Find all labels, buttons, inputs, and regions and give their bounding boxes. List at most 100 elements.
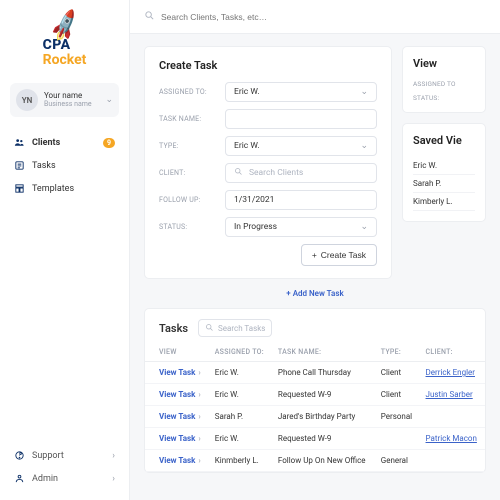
brand-logo: 🚀 CPA Rocket [10,14,119,67]
status-select[interactable]: In Progress ⌄ [225,217,377,237]
col-type: TYPE: [375,343,420,362]
saved-view-item[interactable]: Kimberly L. [413,193,475,211]
admin-icon [14,473,25,484]
create-task-button[interactable]: + Create Task [301,244,377,266]
label-type: TYPE: [159,142,215,150]
global-search[interactable] [130,0,500,34]
chevron-down-icon: ⌄ [360,141,368,151]
view-task-link[interactable]: View Task› [145,362,209,384]
label-followup: FOLLOW UP: [159,196,215,204]
view-task-link[interactable]: View Task› [145,406,209,428]
nav-support[interactable]: Support › [10,444,119,467]
chevron-down-icon: ⌄ [360,87,368,97]
nav-item-label: Tasks [32,161,56,171]
button-label: Create Task [321,250,366,260]
plus-icon: + [312,250,317,260]
followup-date[interactable]: 1/31/2021 [225,190,377,210]
people-icon [14,137,25,148]
type-select[interactable]: Eric W. ⌄ [225,136,377,156]
cell-client [420,406,485,428]
label-taskname: TASK NAME: [159,115,215,123]
search-icon [205,323,214,334]
date-value: 1/31/2021 [234,195,274,205]
table-row: View Task›Eric W.Requested W-9Patrick Ma… [145,428,485,450]
col-client: CLIENT: [420,343,485,362]
cell-client[interactable]: Derrick Engler [420,362,485,384]
cell-assigned: Eric W. [209,428,272,450]
cell-type: General [375,450,420,472]
side-column: View ASSIGNED TO STATUS: Saved Vie Eric … [402,46,486,279]
cell-assigned: Sarah P. [209,406,272,428]
user-switcher[interactable]: YN Your name Business name ⌄ [10,83,119,117]
nav-item-label: Clients [32,138,60,148]
nav-clients[interactable]: Clients 9 [10,131,119,154]
label-status: STATUS: [159,223,215,231]
tasks-search[interactable]: Search Tasks [198,319,272,337]
panel-title: Create Task [159,59,377,72]
table-row: View Task›Kinmberly L.Follow Up On New O… [145,450,485,472]
global-search-input[interactable] [161,12,341,22]
col-name: TASK NAME: [272,343,375,362]
taskname-input[interactable] [225,109,377,129]
label-assigned: ASSIGNED TO: [159,88,215,96]
cell-name: Jared's Birthday Party [272,406,375,428]
cell-name: Requested W-9 [272,384,375,406]
cell-assigned: Eric W. [209,362,272,384]
business-name: Business name [44,101,99,109]
templates-icon [14,183,25,194]
view-task-link[interactable]: View Task› [145,428,209,450]
chevron-down-icon: ⌄ [105,95,113,105]
table-row: View Task›Eric W.Phone Call ThursdayClie… [145,362,485,384]
cell-client[interactable]: Justin Sarber [420,384,485,406]
cell-type [375,428,420,450]
main: Create Task ASSIGNED TO: Eric W. ⌄ TASK … [130,0,500,500]
col-view: VIEW [145,343,209,362]
chevron-right-icon: › [112,451,115,461]
input-placeholder: Search Tasks [218,324,265,333]
add-new-task-link[interactable]: + Add New Task [286,289,343,298]
create-task-panel: Create Task ASSIGNED TO: Eric W. ⌄ TASK … [144,46,392,279]
label-client: CLIENT: [159,169,215,177]
cell-name: Phone Call Thursday [272,362,375,384]
client-search[interactable]: Search Clients [225,163,377,183]
cell-type: Client [375,384,420,406]
select-value: Eric W. [234,141,260,151]
primary-nav: Clients 9 Tasks Templates [10,131,119,200]
view-task-link[interactable]: View Task› [145,450,209,472]
view-task-link[interactable]: View Task› [145,384,209,406]
cell-name: Follow Up On New Office [272,450,375,472]
saved-view-item[interactable]: Eric W. [413,157,475,175]
nav-admin[interactable]: Admin › [10,467,119,490]
tasks-panel: Tasks Search Tasks VIEW ASSIGNED TO: TAS… [144,308,486,473]
cell-assigned: Kinmberly L. [209,450,272,472]
list-icon [14,160,25,171]
chevron-right-icon: › [112,474,115,484]
cell-assigned: Eric W. [209,384,272,406]
saved-view-item[interactable]: Sarah P. [413,175,475,193]
chevron-down-icon: ⌄ [360,222,368,232]
nav-item-label: Templates [32,184,74,194]
label-assigned: ASSIGNED TO [413,80,475,88]
assigned-select[interactable]: Eric W. ⌄ [225,82,377,102]
tasks-table: VIEW ASSIGNED TO: TASK NAME: TYPE: CLIEN… [145,343,485,472]
col-assigned: ASSIGNED TO: [209,343,272,362]
secondary-nav: Support › Admin › [10,444,119,490]
sidebar: 🚀 CPA Rocket YN Your name Business name … [0,0,130,500]
cell-type: Personal [375,406,420,428]
nav-clients-badge: 9 [103,138,115,148]
table-row: View Task›Sarah P.Jared's Birthday Party… [145,406,485,428]
select-value: In Progress [234,222,277,232]
cell-type: Client [375,362,420,384]
saved-views-panel: Saved Vie Eric W. Sarah P. Kimberly L. [402,123,486,222]
nav-templates[interactable]: Templates [10,177,119,200]
panel-title: View [413,57,475,70]
label-status: STATUS: [413,94,475,102]
nav-item-label: Admin [32,474,58,484]
cell-client[interactable]: Patrick Macon [420,428,485,450]
nav-tasks[interactable]: Tasks [10,154,119,177]
nav-item-label: Support [32,451,64,461]
table-row: View Task›Eric W.Requested W-9ClientJust… [145,384,485,406]
panel-title: Tasks [159,322,188,335]
search-icon [144,10,155,24]
cell-client [420,450,485,472]
